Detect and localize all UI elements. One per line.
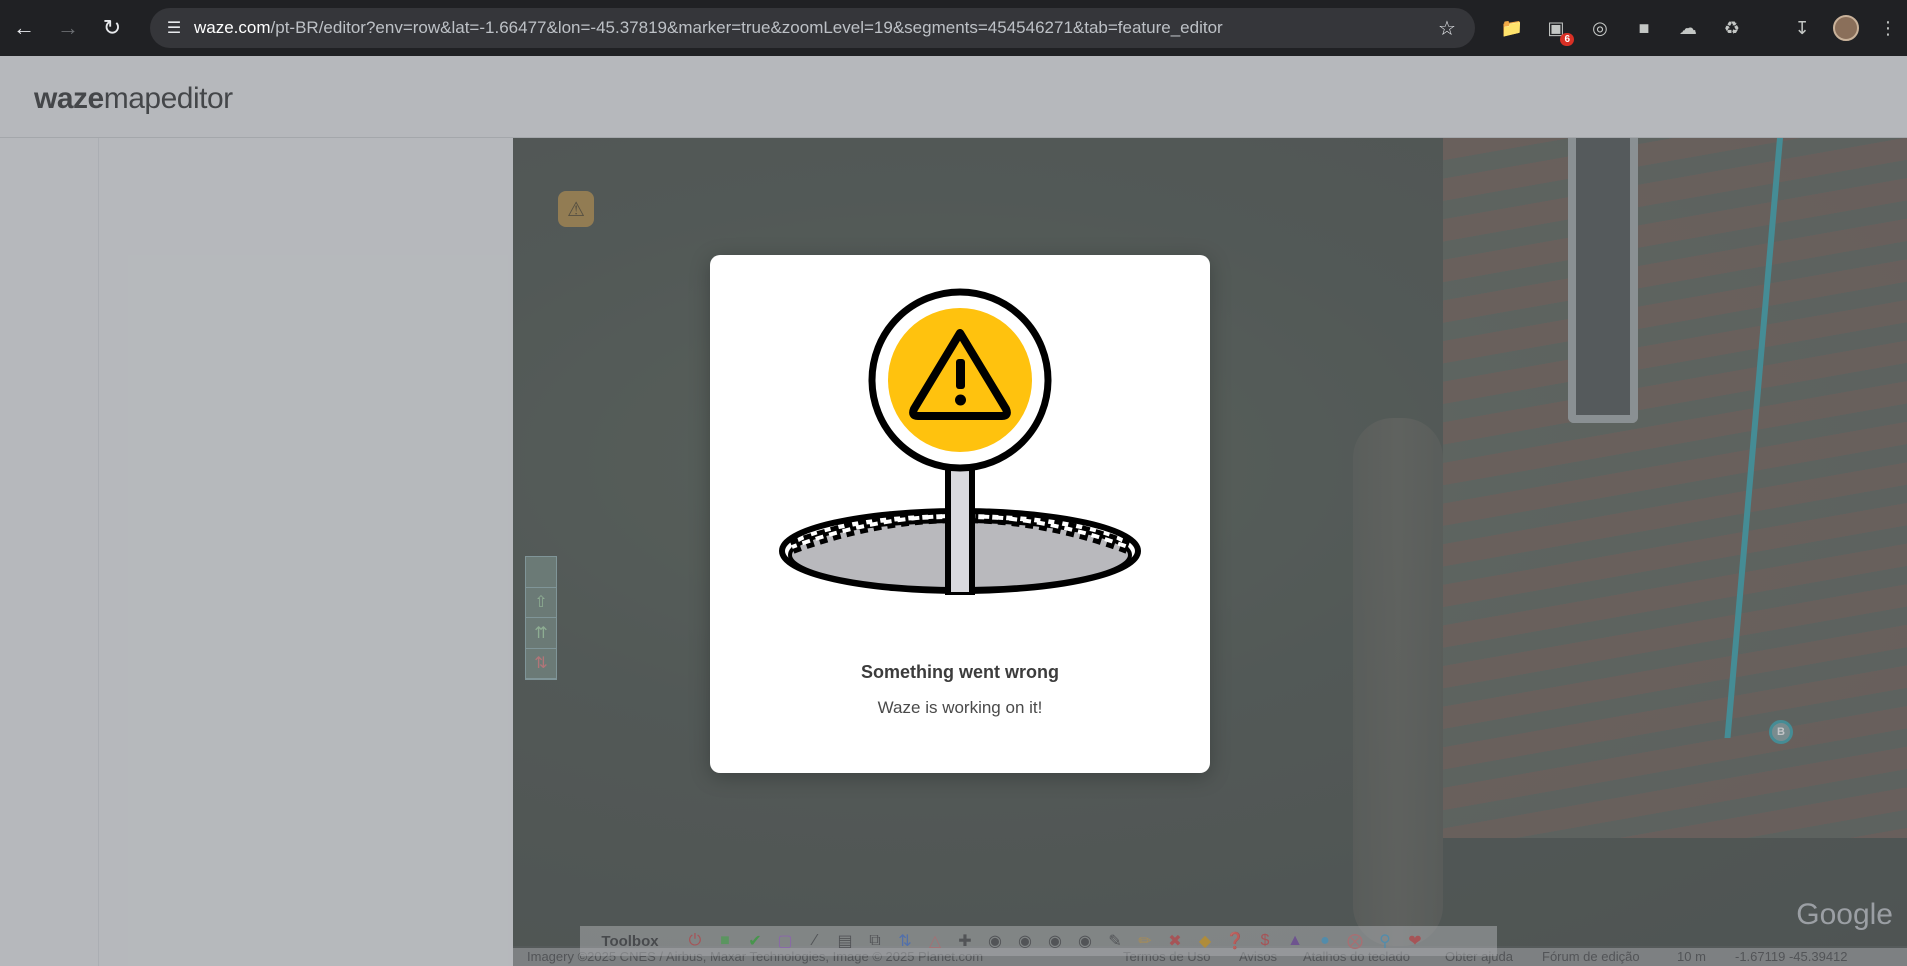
forward-icon[interactable]: → — [48, 8, 88, 48]
dialog-subtitle: Waze is working on it! — [877, 698, 1043, 717]
url-host: waze.com — [194, 18, 271, 37]
dialog-title: Something went wrong — [861, 662, 1059, 682]
extension-icon[interactable]: ▣ 6 — [1540, 12, 1574, 46]
site-settings-icon[interactable]: ☰ — [154, 18, 194, 38]
extension-badge: 6 — [1560, 33, 1574, 46]
puzzle-icon[interactable]: ♻ — [1716, 12, 1748, 44]
browser-toolbar: ← → ↻ ☰ waze.com/pt-BR/editor?env=row&la… — [0, 0, 1907, 56]
extension-icon[interactable]: ◎ — [1584, 12, 1616, 44]
bookmark-star-icon[interactable]: ☆ — [1427, 16, 1467, 41]
url-text[interactable]: waze.com/pt-BR/editor?env=row&lat=-1.664… — [194, 18, 1427, 38]
reload-icon[interactable]: ↻ — [92, 8, 132, 48]
address-bar[interactable]: ☰ waze.com/pt-BR/editor?env=row&lat=-1.6… — [150, 8, 1475, 48]
error-dialog: Something went wrong Waze is working on … — [710, 255, 1210, 773]
folder-icon[interactable]: 📁 — [1496, 12, 1528, 44]
extension-icon[interactable]: ■ — [1628, 12, 1660, 44]
avatar[interactable] — [1830, 12, 1862, 44]
back-icon[interactable]: ← — [4, 8, 44, 48]
download-icon[interactable]: ↧ — [1786, 12, 1818, 44]
url-path: /pt-BR/editor?env=row&lat=-1.66477&lon=-… — [270, 18, 1223, 37]
more-menu-icon[interactable]: ⋮ — [1872, 12, 1904, 44]
error-illustration — [779, 288, 1141, 595]
extension-icon[interactable]: ☁ — [1672, 12, 1704, 44]
